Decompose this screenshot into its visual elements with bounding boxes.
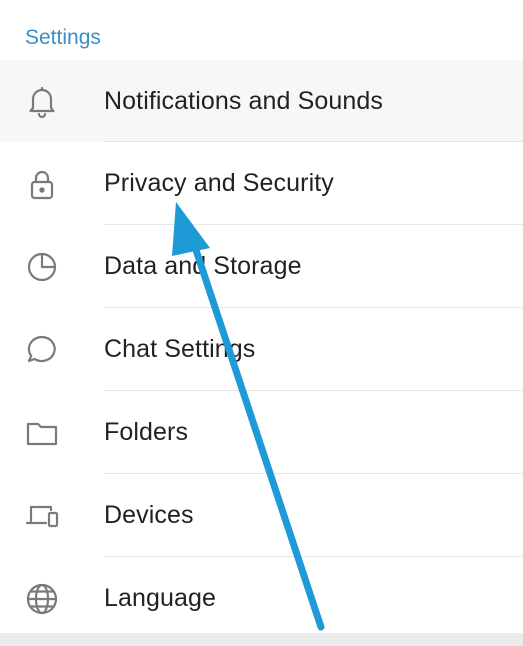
settings-item-label: Data and Storage <box>104 252 302 280</box>
pie-chart-icon <box>21 246 63 288</box>
lock-icon <box>21 163 63 205</box>
globe-icon <box>21 578 63 620</box>
settings-item-devices[interactable]: Devices <box>0 474 523 557</box>
settings-item-folders[interactable]: Folders <box>0 391 523 474</box>
settings-item-notifications[interactable]: Notifications and Sounds <box>0 60 523 142</box>
settings-item-label: Chat Settings <box>104 335 256 363</box>
settings-list: Notifications and Sounds Privacy and Sec… <box>0 60 523 640</box>
settings-item-label: Folders <box>104 418 189 446</box>
bell-icon <box>21 80 63 122</box>
settings-item-label: Notifications and Sounds <box>104 86 383 115</box>
settings-item-language[interactable]: Language <box>0 557 523 640</box>
settings-item-label: Privacy and Security <box>104 169 334 197</box>
devices-icon <box>21 495 63 537</box>
settings-item-label: Devices <box>104 501 194 529</box>
folder-icon <box>21 412 63 454</box>
list-bottom-divider <box>0 633 523 646</box>
settings-item-data-storage[interactable]: Data and Storage <box>0 225 523 308</box>
settings-item-label: Language <box>104 584 217 612</box>
settings-item-chat-settings[interactable]: Chat Settings <box>0 308 523 391</box>
section-title: Settings <box>25 26 101 49</box>
chat-bubble-icon <box>21 329 63 371</box>
settings-item-privacy[interactable]: Privacy and Security <box>0 142 523 225</box>
